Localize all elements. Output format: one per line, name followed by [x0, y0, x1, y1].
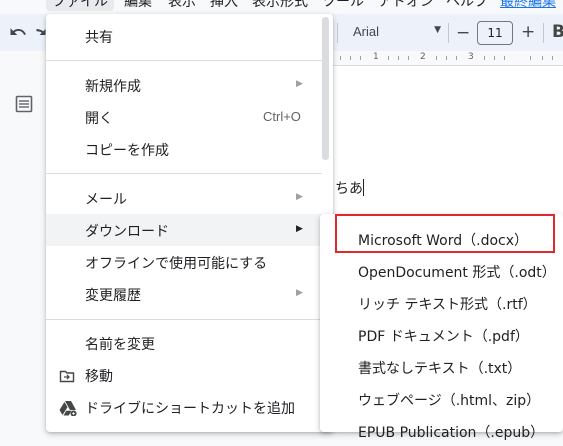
- download-option-label: Microsoft Word（.docx）: [358, 233, 529, 249]
- download-html-zip[interactable]: ウェブページ（.html、zip）: [320, 382, 563, 414]
- ruler-number: 1: [373, 52, 379, 62]
- menu-item-make-available-offline[interactable]: オフラインで使用可能にする: [46, 246, 322, 278]
- folder-move-icon: [59, 368, 75, 384]
- menu-tools[interactable]: ツール: [322, 0, 364, 11]
- menu-item-label: メール: [85, 192, 127, 208]
- download-option-label: ウェブページ（.html、zip）: [358, 393, 541, 409]
- menu-item-new[interactable]: 新規作成 ▶: [46, 69, 322, 101]
- menu-item-make-copy[interactable]: コピーを作成: [46, 133, 322, 165]
- file-menu: 共有 新規作成 ▶ 開く Ctrl+O コピーを作成 メール ▶ ダウンロード …: [46, 14, 333, 432]
- menu-item-label: オフラインで使用可能にする: [85, 256, 268, 272]
- font-family-select[interactable]: Arial ▼: [345, 20, 445, 44]
- download-odt[interactable]: OpenDocument 形式（.odt）: [320, 254, 563, 286]
- download-epub[interactable]: EPUB Publication（.epub）: [320, 414, 563, 446]
- download-txt[interactable]: 書式なしテキスト（.txt）: [320, 350, 563, 382]
- submenu-arrow-icon: ▶: [296, 79, 303, 89]
- menu-item-move[interactable]: 移動: [46, 359, 322, 391]
- ruler-tick: [360, 56, 361, 60]
- document-text-content: ちあ: [335, 181, 363, 197]
- menu-item-label: 移動: [85, 369, 113, 385]
- download-option-label: EPUB Publication（.epub）: [358, 425, 545, 441]
- ruler-tick: [436, 56, 437, 60]
- menu-item-label: 新規作成: [85, 79, 141, 95]
- increase-font-size-button[interactable]: +: [521, 22, 535, 42]
- download-submenu: Microsoft Word（.docx） OpenDocument 形式（.o…: [320, 214, 563, 441]
- download-pdf[interactable]: PDF ドキュメント（.pdf）: [320, 318, 563, 350]
- menu-item-email[interactable]: メール ▶: [46, 182, 322, 214]
- ruler-tick: [340, 56, 341, 60]
- menu-help[interactable]: ヘルプ: [446, 0, 488, 11]
- menu-view[interactable]: 表示: [168, 0, 196, 11]
- menu-item-rename[interactable]: 名前を変更: [46, 327, 322, 359]
- menu-item-label: 名前を変更: [85, 337, 155, 353]
- menu-item-add-shortcut-to-drive[interactable]: ドライブにショートカットを追加: [46, 391, 322, 423]
- menu-item-label: ダウンロード: [85, 224, 169, 240]
- menu-divider: [46, 319, 322, 320]
- toolbar-separator: [448, 23, 449, 43]
- menu-item-version-history[interactable]: 変更履歴 ▶: [46, 278, 322, 310]
- ruler-tick: [446, 56, 447, 60]
- menu-divider: [46, 173, 322, 174]
- undo-icon[interactable]: [9, 23, 27, 46]
- last-edit-link[interactable]: 最終編集: [500, 0, 556, 11]
- menu-file[interactable]: ファイル: [46, 0, 114, 11]
- download-option-label: PDF ドキュメント（.pdf）: [358, 329, 529, 345]
- menu-bar: ファイル 編集 表示 挿入 表示形式 ツール アドオン ヘルプ 最終編集: [0, 0, 563, 14]
- ruler-tick: [542, 56, 543, 60]
- download-option-label: OpenDocument 形式（.odt）: [358, 265, 556, 281]
- ruler-tick: [494, 56, 495, 60]
- font-size-input[interactable]: 11: [477, 21, 513, 45]
- download-option-label: リッチ テキスト形式（.rtf）: [358, 297, 537, 313]
- download-rtf[interactable]: リッチ テキスト形式（.rtf）: [320, 286, 563, 318]
- document-text[interactable]: ちあ: [335, 178, 364, 198]
- ruler-tick: [456, 56, 457, 60]
- shortcut-label: Ctrl+O: [263, 109, 301, 124]
- submenu-arrow-icon: ▶: [296, 224, 303, 234]
- horizontal-ruler[interactable]: 1 2 3: [330, 51, 563, 66]
- ruler-tick: [350, 56, 351, 60]
- menu-edit[interactable]: 編集: [124, 0, 152, 11]
- menu-item-label: 共有: [85, 30, 113, 46]
- document-outline-icon[interactable]: [14, 94, 36, 116]
- menu-item-label: ドライブにショートカットを追加: [85, 401, 295, 417]
- menu-item-open[interactable]: 開く Ctrl+O: [46, 101, 322, 133]
- bold-button[interactable]: B: [552, 22, 563, 42]
- menu-item-download[interactable]: ダウンロード ▶: [46, 214, 322, 246]
- menu-item-label: コピーを作成: [85, 143, 169, 159]
- redo-icon[interactable]: [36, 23, 46, 46]
- ruler-tick: [552, 56, 553, 60]
- download-docx[interactable]: Microsoft Word（.docx）: [320, 222, 563, 254]
- toolbar-separator: [543, 23, 544, 43]
- menu-scrollbar[interactable]: [322, 17, 329, 160]
- download-option-label: 書式なしテキスト（.txt）: [358, 361, 522, 377]
- ruler-number: 3: [468, 52, 474, 62]
- toolbar-separator: [337, 23, 338, 43]
- drive-shortcut-icon: [59, 400, 77, 417]
- menu-item-share[interactable]: 共有: [46, 20, 322, 52]
- ruler-tick: [408, 56, 409, 60]
- menu-divider: [46, 60, 322, 61]
- text-cursor: [363, 179, 364, 196]
- ruler-tick: [398, 56, 399, 60]
- menu-item-label: 開く: [85, 111, 113, 127]
- menu-insert[interactable]: 挿入: [210, 0, 238, 11]
- ruler-tick: [484, 56, 485, 60]
- ruler-tick: [530, 56, 531, 60]
- menu-addons[interactable]: アドオン: [378, 0, 434, 11]
- ruler-number: 2: [420, 52, 426, 62]
- submenu-arrow-icon: ▶: [296, 192, 303, 202]
- font-family-value: Arial: [353, 24, 380, 39]
- menu-format[interactable]: 表示形式: [252, 0, 308, 11]
- chevron-down-icon: ▼: [434, 25, 441, 35]
- submenu-arrow-icon: ▶: [296, 288, 303, 298]
- ruler-tick: [504, 56, 505, 60]
- ruler-tick: [388, 56, 389, 60]
- menu-item-label: 変更履歴: [85, 288, 141, 304]
- decrease-font-size-button[interactable]: −: [456, 23, 470, 43]
